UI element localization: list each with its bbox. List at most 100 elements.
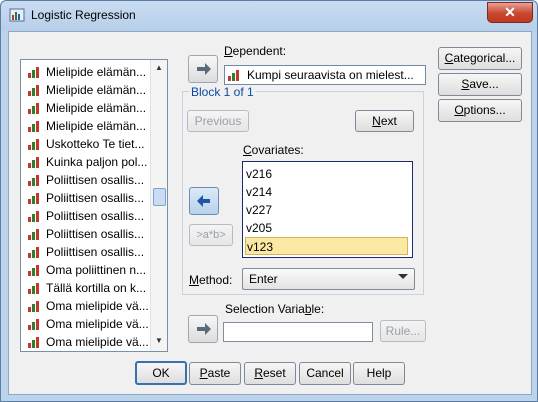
next-button[interactable]: Next	[355, 110, 414, 132]
variable-name: Oma mielipide vä...	[46, 299, 149, 313]
variable-name: Poliittisen osallis...	[46, 191, 145, 205]
list-item[interactable]: Oma poliittinen n...	[25, 261, 151, 279]
method-label: Method:	[189, 273, 233, 287]
method-select[interactable]: Enter	[242, 268, 415, 290]
move-to-dependent-button[interactable]	[188, 55, 218, 83]
interaction-button[interactable]: >a*b>	[189, 224, 233, 246]
arrow-right-icon	[197, 63, 211, 75]
paste-button[interactable]: Paste	[189, 362, 241, 385]
categorical-button[interactable]: Categorical...	[438, 47, 522, 70]
ordinal-variable-icon	[28, 85, 39, 96]
list-item[interactable]: Poliittisen osallis...	[25, 243, 151, 261]
ordinal-variable-icon	[28, 211, 39, 222]
list-item[interactable]: Poliittisen osallis...	[25, 207, 151, 225]
covariates-list[interactable]: v216 v214 v227 v205 v123	[242, 161, 413, 258]
ordinal-variable-icon	[28, 319, 39, 330]
variable-name: Kuinka paljon pol...	[46, 155, 148, 169]
title-bar[interactable]: Logistic Regression ✕	[1, 1, 537, 31]
method-value: Enter	[249, 272, 278, 286]
dependent-field[interactable]: Kumpi seuraavista on mielest...	[224, 65, 426, 85]
chevron-down-icon	[398, 274, 408, 279]
variable-name: Mielipide elämän...	[46, 83, 147, 97]
covariate-name: v216	[246, 167, 273, 181]
ordinal-variable-icon	[28, 175, 39, 186]
covariate-item[interactable]: v123	[245, 237, 408, 255]
variable-name: Oma mielipide vä...	[46, 335, 149, 349]
reset-button[interactable]: Reset	[244, 362, 296, 385]
move-to-covariates-button[interactable]	[189, 187, 219, 215]
ordinal-variable-icon	[28, 247, 39, 258]
covariate-item[interactable]: v214	[245, 183, 408, 201]
covariate-item[interactable]: v227	[245, 201, 408, 219]
variable-name: Uskotteko Te tiet...	[46, 137, 145, 151]
list-item[interactable]: Oma mielipide vä...	[25, 315, 151, 333]
ok-button[interactable]: OK	[135, 361, 187, 385]
cancel-button[interactable]: Cancel	[299, 362, 351, 385]
ordinal-variable-icon	[28, 337, 39, 348]
ordinal-variable-icon	[28, 265, 39, 276]
ordinal-variable-icon	[228, 70, 239, 81]
covariate-name: v205	[246, 221, 273, 235]
ordinal-variable-icon	[28, 157, 39, 168]
move-to-selection-button[interactable]	[188, 315, 218, 343]
covariate-item[interactable]: v205	[245, 219, 408, 237]
ordinal-variable-icon	[28, 229, 39, 240]
ordinal-variable-icon	[28, 103, 39, 114]
ordinal-variable-icon	[28, 139, 39, 150]
block-title: Block 1 of 1	[189, 85, 256, 99]
variable-name: Mielipide elämän...	[46, 101, 147, 115]
covariate-name: v123	[247, 240, 274, 254]
app-icon	[9, 8, 25, 22]
covariate-item[interactable]: v216	[245, 165, 408, 183]
ordinal-variable-icon	[28, 121, 39, 132]
variable-list-scrollbar[interactable]: ▲ ▼	[150, 60, 167, 351]
list-item[interactable]: Poliittisen osallis...	[25, 189, 151, 207]
selection-variable-field[interactable]	[223, 322, 373, 342]
scroll-down-icon[interactable]: ▼	[154, 336, 164, 346]
list-item[interactable]: Tällä kortilla on k...	[25, 279, 151, 297]
variable-name: Mielipide elämän...	[46, 65, 147, 79]
variable-name: Oma mielipide vä...	[46, 317, 149, 331]
arrow-right-icon	[197, 323, 211, 335]
variable-name: Poliittisen osallis...	[46, 173, 145, 187]
covariates-label: Covariates:	[243, 143, 304, 157]
variable-name: Oma poliittinen n...	[46, 263, 147, 277]
list-item[interactable]: Mielipide elämän...	[25, 81, 151, 99]
list-item[interactable]: Mielipide elämän...	[25, 63, 151, 81]
rule-button[interactable]: Rule...	[380, 320, 426, 342]
covariate-name: v227	[246, 203, 273, 217]
variable-name: Poliittisen osallis...	[46, 227, 145, 241]
scroll-up-icon[interactable]: ▲	[154, 63, 164, 73]
list-item[interactable]: Uskotteko Te tiet...	[25, 135, 151, 153]
list-item[interactable]: Oma mielipide vä...	[25, 297, 151, 315]
ordinal-variable-icon	[28, 301, 39, 312]
variable-list[interactable]: Mielipide elämän... Mielipide elämän... Mi…	[20, 59, 168, 352]
list-item[interactable]: Mielipide elämän...	[25, 99, 151, 117]
close-icon: ✕	[504, 4, 516, 20]
close-button[interactable]: ✕	[487, 2, 533, 23]
arrow-left-icon	[197, 195, 210, 207]
window-title: Logistic Regression	[31, 8, 136, 22]
list-item[interactable]: Oma mielipide vä...	[25, 333, 151, 351]
dialog-body: Mielipide elämän... Mielipide elämän... Mi…	[8, 31, 532, 395]
selection-variable-label: Selection Variable:	[225, 302, 325, 316]
list-item[interactable]: Kuinka paljon pol...	[25, 153, 151, 171]
covariate-name: v214	[246, 185, 273, 199]
ordinal-variable-icon	[28, 193, 39, 204]
variable-name: Poliittisen osallis...	[46, 245, 145, 259]
scroll-thumb[interactable]	[153, 188, 166, 206]
help-button[interactable]: Help	[353, 362, 405, 385]
dependent-label: Dependent:	[224, 44, 287, 58]
options-button[interactable]: Options...	[438, 99, 522, 122]
variable-name: Poliittisen osallis...	[46, 209, 145, 223]
previous-button[interactable]: Previous	[187, 110, 249, 132]
list-item[interactable]: Poliittisen osallis...	[25, 171, 151, 189]
variable-name: Tällä kortilla on k...	[46, 281, 147, 295]
save-button[interactable]: Save...	[438, 73, 522, 96]
variable-name: Mielipide elämän...	[46, 119, 147, 133]
dependent-value: Kumpi seuraavista on mielest...	[247, 68, 414, 82]
ordinal-variable-icon	[28, 67, 39, 78]
list-item[interactable]: Poliittisen osallis...	[25, 225, 151, 243]
ordinal-variable-icon	[28, 283, 39, 294]
list-item[interactable]: Mielipide elämän...	[25, 117, 151, 135]
